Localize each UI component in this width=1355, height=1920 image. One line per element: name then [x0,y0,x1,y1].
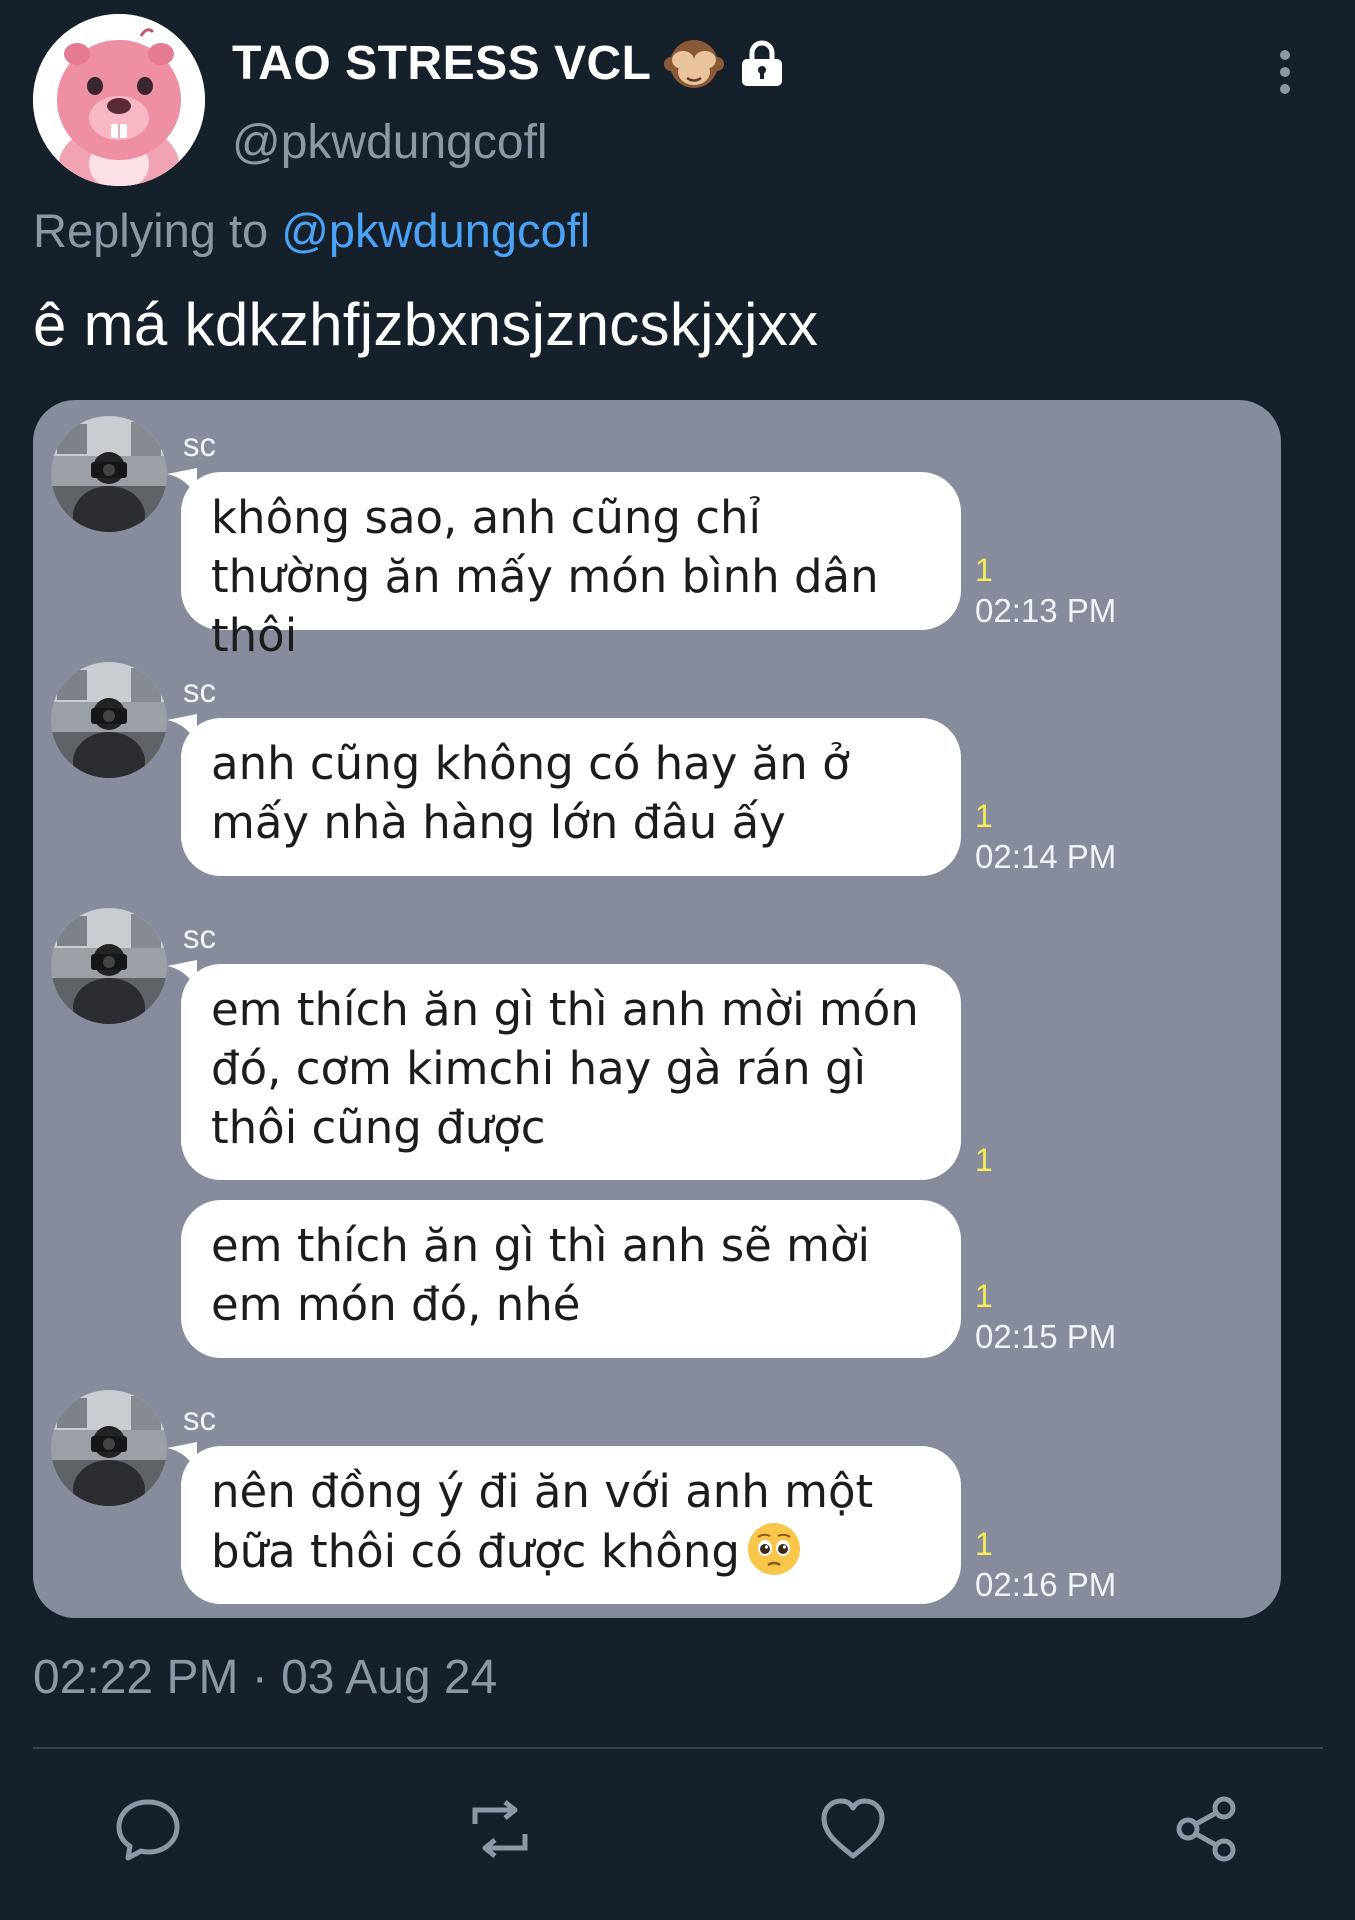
profile-avatar[interactable] [33,14,205,186]
read-count: 1 [975,1142,993,1178]
chat-sender-name: sc [183,426,216,463]
display-name-text: TAO STRESS VCL [232,36,652,90]
chat-avatar [51,662,167,778]
chat-sender-name: sc [183,1400,216,1437]
chat-avatar [51,1390,167,1506]
reply-icon [116,1799,180,1861]
replying-to: Replying to @pkwdungcofl [33,203,590,258]
more-vertical-icon[interactable] [1270,48,1300,96]
replying-prefix: Replying to [33,204,269,257]
chat-bubble: em thích ăn gì thì anh mời món đó, cơm k… [181,964,961,1180]
read-count: 1 [975,1278,993,1314]
read-count: 1 [975,798,993,834]
retweet-icon [472,1800,528,1858]
share-button[interactable] [1172,1794,1242,1864]
message-time: 02:16 PM [975,1566,1117,1603]
chat-avatar [51,908,167,1024]
replying-mention[interactable]: @pkwdungcofl [281,204,590,257]
read-count: 1 [975,552,993,588]
message-time: 02:13 PM [975,592,1117,629]
chat-sender-name: sc [183,672,216,709]
like-button[interactable] [818,1794,888,1864]
read-count: 1 [975,1526,993,1562]
see-no-evil-monkey-icon [663,34,725,92]
tweet-timestamp: 02:22 PM · 03 Aug 24 [33,1651,498,1704]
divider [33,1747,1323,1749]
chat-bubble: anh cũng không có hay ăn ở mấy nhà hàng … [181,718,961,876]
display-name[interactable]: TAO STRESS VCL [232,34,787,92]
user-handle[interactable]: @pkwdungcofl [232,115,548,170]
chat-avatar [51,416,167,532]
lock-icon [737,38,787,88]
tweet-text: ê má kdkzhfjzbxnsjzncskjxjxx [33,291,819,358]
pleading-face-icon [746,1521,802,1577]
chat-bubble: không sao, anh cũng chỉ thường ăn mấy mó… [181,472,961,662]
message-time: 02:14 PM [975,838,1117,875]
chat-bubble: em thích ăn gì thì anh sẽ mời em món đó,… [181,1200,961,1358]
chat-bubble: nên đồng ý đi ăn với anh một bữa thôi có… [181,1446,961,1604]
reply-button[interactable] [113,1794,183,1864]
message-time: 02:15 PM [975,1318,1117,1355]
tweet: TAO STRESS VCL @pkwdungcofl Replying to … [0,0,1355,1920]
share-icon [1176,1796,1236,1862]
tweet-media-image[interactable]: sc không sao, anh cũng chỉ thường ăn mấy… [33,400,1281,1618]
like-icon [821,1798,885,1859]
chat-sender-name: sc [183,918,216,955]
retweet-button[interactable] [465,1794,535,1864]
